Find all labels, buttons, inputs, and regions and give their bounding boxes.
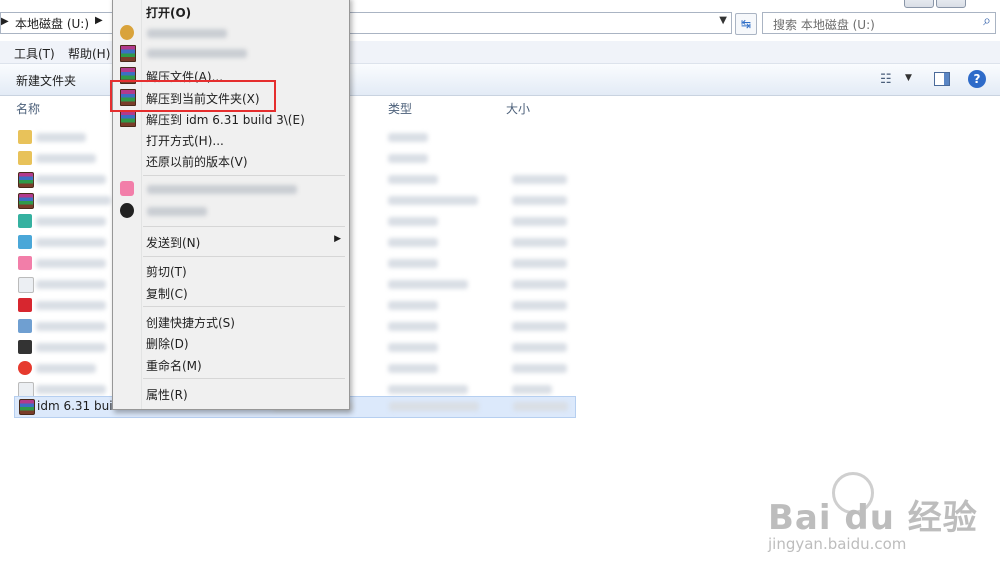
archive-icon bbox=[18, 193, 34, 209]
share-app-icon bbox=[120, 181, 134, 196]
context-menu: 打开(O) 解压文件(A)... 解压到当前文件夹(X) 解压到 idm 6.3… bbox=[112, 0, 350, 410]
help-icon[interactable]: ? bbox=[968, 70, 986, 88]
menu-tools[interactable]: 工具(T) bbox=[14, 45, 55, 62]
minimize-button[interactable] bbox=[904, 0, 934, 8]
chevron-down-icon[interactable]: ▼ bbox=[719, 15, 727, 26]
column-header-size[interactable]: 大小 bbox=[506, 100, 530, 117]
breadcrumb-drive[interactable]: 本地磁盘 (U:) bbox=[15, 15, 89, 32]
app-icon bbox=[120, 203, 134, 218]
archive-icon bbox=[120, 45, 136, 62]
watermark-brand: Bai du 经验 bbox=[768, 498, 978, 538]
new-folder-button[interactable]: 新建文件夹 bbox=[16, 72, 76, 89]
menu-item-create-shortcut[interactable]: 创建快捷方式(S) bbox=[113, 311, 349, 331]
search-input[interactable]: 搜索 本地磁盘 (U:) ⌕ bbox=[762, 12, 996, 34]
column-header-type[interactable]: 类型 bbox=[388, 100, 412, 117]
archive-icon bbox=[19, 399, 35, 415]
submenu-arrow-icon: ▶ bbox=[334, 234, 341, 244]
user-group-icon bbox=[120, 25, 134, 40]
refresh-button[interactable]: ↹ bbox=[735, 13, 757, 35]
maximize-button[interactable] bbox=[936, 0, 966, 8]
address-bar[interactable]: ▶ 本地磁盘 (U:) ▶ ▼ bbox=[0, 12, 732, 34]
app-icon bbox=[18, 298, 32, 312]
chevron-right-icon: ▶ bbox=[1, 16, 9, 27]
refresh-icon: ↹ bbox=[740, 17, 752, 31]
highlight-annotation bbox=[110, 80, 276, 112]
app-icon bbox=[18, 214, 32, 228]
menu-item-open-with[interactable]: 打开方式(H)... bbox=[113, 129, 349, 149]
app-icon bbox=[18, 319, 32, 333]
menu-item-delete[interactable]: 删除(D) bbox=[113, 332, 349, 352]
app-icon bbox=[18, 340, 32, 354]
menu-item-blurred[interactable] bbox=[113, 23, 349, 43]
menu-item-copy[interactable]: 复制(C) bbox=[113, 282, 349, 302]
archive-icon bbox=[120, 110, 136, 127]
menu-item-properties[interactable]: 属性(R) bbox=[113, 383, 349, 403]
folder-icon bbox=[18, 130, 32, 144]
view-dropdown-icon[interactable]: ▼ bbox=[905, 73, 912, 83]
menu-item-send-to[interactable]: 发送到(N) ▶ bbox=[113, 231, 349, 251]
menu-help[interactable]: 帮助(H) bbox=[68, 45, 110, 62]
menu-item-cut[interactable]: 剪切(T) bbox=[113, 260, 349, 280]
menu-item-blurred[interactable] bbox=[113, 179, 349, 199]
file-icon bbox=[18, 277, 34, 293]
menu-item-rename[interactable]: 重命名(M) bbox=[113, 354, 349, 374]
menu-item-blurred[interactable] bbox=[113, 201, 349, 221]
menu-item-restore-versions[interactable]: 还原以前的版本(V) bbox=[113, 150, 349, 170]
view-options-icon[interactable]: ☷ bbox=[880, 72, 892, 87]
app-icon bbox=[18, 256, 32, 270]
folder-icon bbox=[18, 151, 32, 165]
menu-item-blurred[interactable] bbox=[113, 43, 349, 63]
search-icon[interactable]: ⌕ bbox=[983, 13, 991, 29]
search-placeholder: 搜索 本地磁盘 (U:) bbox=[773, 18, 875, 32]
installer-icon bbox=[18, 235, 32, 249]
column-header-name[interactable]: 名称 bbox=[16, 100, 40, 117]
watermark-url: jingyan.baidu.com bbox=[768, 535, 907, 553]
menu-item-open[interactable]: 打开(O) bbox=[113, 1, 349, 21]
preview-pane-icon[interactable] bbox=[934, 72, 950, 86]
breadcrumb-arrow-icon[interactable]: ▶ bbox=[95, 15, 103, 26]
archive-icon bbox=[18, 172, 34, 188]
browser-icon bbox=[18, 361, 32, 375]
